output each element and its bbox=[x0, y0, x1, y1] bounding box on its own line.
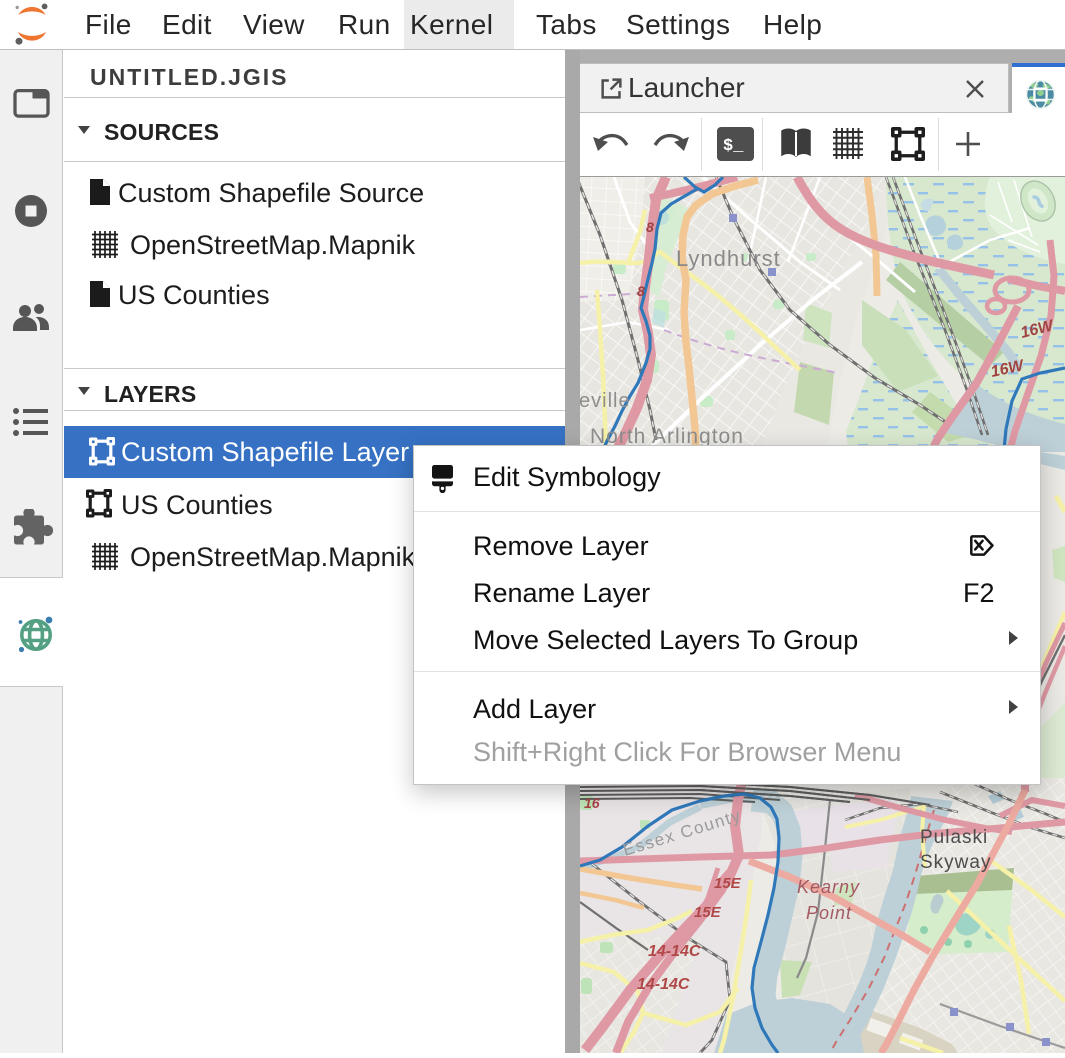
svg-text:eville: eville bbox=[580, 390, 631, 412]
svg-text:Point: Point bbox=[806, 903, 852, 923]
svg-text:Pulaski: Pulaski bbox=[920, 827, 988, 848]
svg-text:16: 16 bbox=[584, 795, 600, 811]
svg-text:Skyway: Skyway bbox=[920, 852, 991, 873]
svg-text:8: 8 bbox=[646, 219, 654, 235]
svg-text:15E: 15E bbox=[694, 904, 722, 921]
svg-text:8: 8 bbox=[637, 283, 645, 299]
svg-text:14-14C: 14-14C bbox=[648, 943, 701, 960]
svg-text:Lyndhurst: Lyndhurst bbox=[676, 246, 781, 271]
svg-text:15E: 15E bbox=[714, 875, 742, 892]
svg-text:$_: $_ bbox=[723, 137, 744, 156]
svg-text:Kearny: Kearny bbox=[797, 877, 860, 897]
svg-text:14-14C: 14-14C bbox=[637, 976, 690, 993]
